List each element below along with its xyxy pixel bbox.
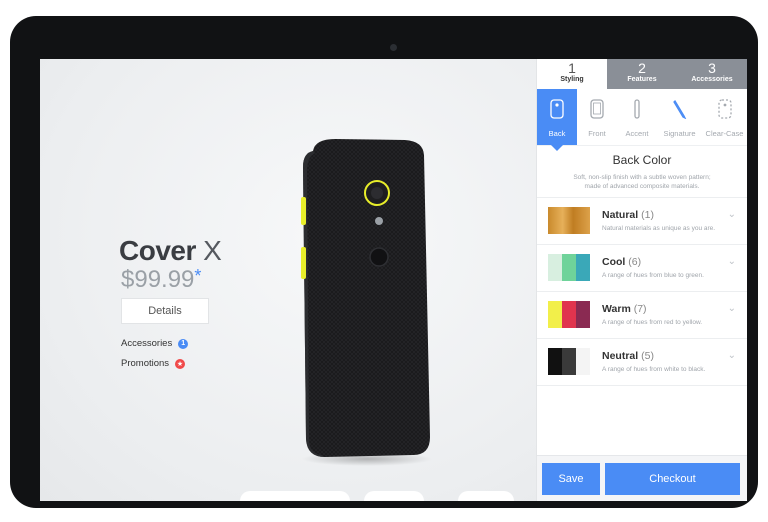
- promotions-label: Promotions: [121, 358, 170, 369]
- promotions-link[interactable]: Promotions ★: [121, 358, 186, 369]
- flash-icon: [375, 217, 383, 225]
- side-button: [301, 197, 306, 225]
- checkout-button[interactable]: Checkout: [605, 463, 740, 495]
- option-cool[interactable]: Cool (6) A range of hues from blue to gr…: [537, 245, 747, 292]
- step-number: 1: [568, 60, 576, 76]
- chevron-down-icon[interactable]: ⌄: [728, 350, 736, 361]
- price-value: $99.99: [121, 266, 195, 293]
- step-number: 2: [638, 60, 646, 76]
- color-swatch: [548, 254, 590, 281]
- subtab-label: Front: [588, 129, 606, 138]
- save-button[interactable]: Save: [542, 463, 600, 495]
- camera-icon: [390, 44, 397, 51]
- tab-features[interactable]: 2 Features: [607, 59, 677, 89]
- option-name: Neutral (5): [602, 350, 654, 362]
- option-description: A range of hues from blue to green.: [602, 272, 704, 279]
- subtab-signature[interactable]: Signature: [657, 89, 702, 145]
- step-tabs: 1 Styling 2 Features 3 Accessories: [537, 59, 747, 89]
- subtab-label: Clear-Case: [705, 129, 744, 138]
- star-icon: ★: [175, 358, 186, 369]
- phone-back-image[interactable]: [295, 137, 435, 467]
- section-title: Back Color: [612, 153, 672, 167]
- phone-back-icon: [550, 99, 564, 119]
- option-warm[interactable]: Warm (7) A range of hues from red to yel…: [537, 292, 747, 339]
- subtab-back[interactable]: Back: [537, 89, 577, 151]
- product-name-bold: Cover: [119, 235, 196, 266]
- step-label: Styling: [560, 76, 584, 83]
- product-price: $99.99*: [121, 266, 201, 294]
- accessories-label: Accessories: [121, 338, 173, 349]
- chevron-down-icon[interactable]: ⌄: [728, 303, 736, 314]
- details-button[interactable]: Details: [121, 298, 209, 324]
- color-swatch: [548, 348, 590, 375]
- step-label: Accessories: [691, 76, 733, 83]
- carousel-indicator[interactable]: [458, 491, 514, 501]
- chevron-down-icon[interactable]: ⌄: [728, 256, 736, 267]
- tab-styling[interactable]: 1 Styling: [537, 59, 607, 89]
- option-name: Cool (6): [602, 256, 642, 268]
- price-footnote-mark: *: [194, 266, 202, 286]
- subtab-accent[interactable]: Accent: [617, 89, 657, 145]
- color-swatch: [548, 207, 590, 234]
- option-natural[interactable]: Natural (1) Natural materials as unique …: [537, 198, 747, 245]
- color-options-list: Natural (1) Natural materials as unique …: [537, 197, 747, 386]
- accessories-count-badge: 1: [178, 338, 189, 349]
- product-preview-area: Cover X $99.99* Details Accessories 1 Pr…: [40, 59, 536, 501]
- section-description: Soft, non-slip finish with a subtle wove…: [573, 174, 711, 190]
- carousel-indicator[interactable]: [240, 491, 350, 501]
- step-label: Features: [627, 76, 657, 83]
- subtab-label: Accent: [625, 129, 649, 138]
- panel-footer: Save Checkout: [537, 455, 747, 501]
- color-swatch: [548, 301, 590, 328]
- logo-dimple-icon: [369, 247, 389, 267]
- product-name: Cover X: [119, 235, 222, 267]
- subtab-label: Signature: [663, 129, 696, 138]
- screen: Cover X $99.99* Details Accessories 1 Pr…: [40, 59, 747, 501]
- accent-icon: [634, 99, 640, 119]
- case-icon: [717, 99, 732, 119]
- phone-front-icon: [590, 99, 604, 119]
- option-description: A range of hues from red to yellow.: [602, 319, 703, 326]
- chevron-down-icon[interactable]: ⌄: [728, 209, 736, 220]
- option-neutral[interactable]: Neutral (5) A range of hues from white t…: [537, 339, 747, 386]
- option-name: Warm (7): [602, 303, 647, 315]
- option-description: Natural materials as unique as you are.: [602, 225, 716, 232]
- carousel-indicator[interactable]: [364, 491, 424, 501]
- tab-accessories[interactable]: 3 Accessories: [677, 59, 747, 89]
- tablet-frame: Cover X $99.99* Details Accessories 1 Pr…: [10, 16, 758, 508]
- step-number: 3: [708, 60, 716, 76]
- styling-subtabs: Back Front Accent Signature Clear-Case: [537, 89, 747, 151]
- subtab-label: Back: [548, 129, 566, 138]
- subtab-clear-case[interactable]: Clear-Case: [702, 89, 747, 145]
- side-button: [301, 247, 306, 279]
- accessories-link[interactable]: Accessories 1: [121, 338, 189, 349]
- pen-icon: [672, 99, 686, 120]
- subtab-front[interactable]: Front: [577, 89, 617, 145]
- product-name-light: X: [203, 235, 222, 266]
- option-name: Natural (1): [602, 209, 654, 221]
- option-description: A range of hues from white to black.: [602, 366, 706, 373]
- customize-panel: 1 Styling 2 Features 3 Accessories Back: [536, 59, 747, 501]
